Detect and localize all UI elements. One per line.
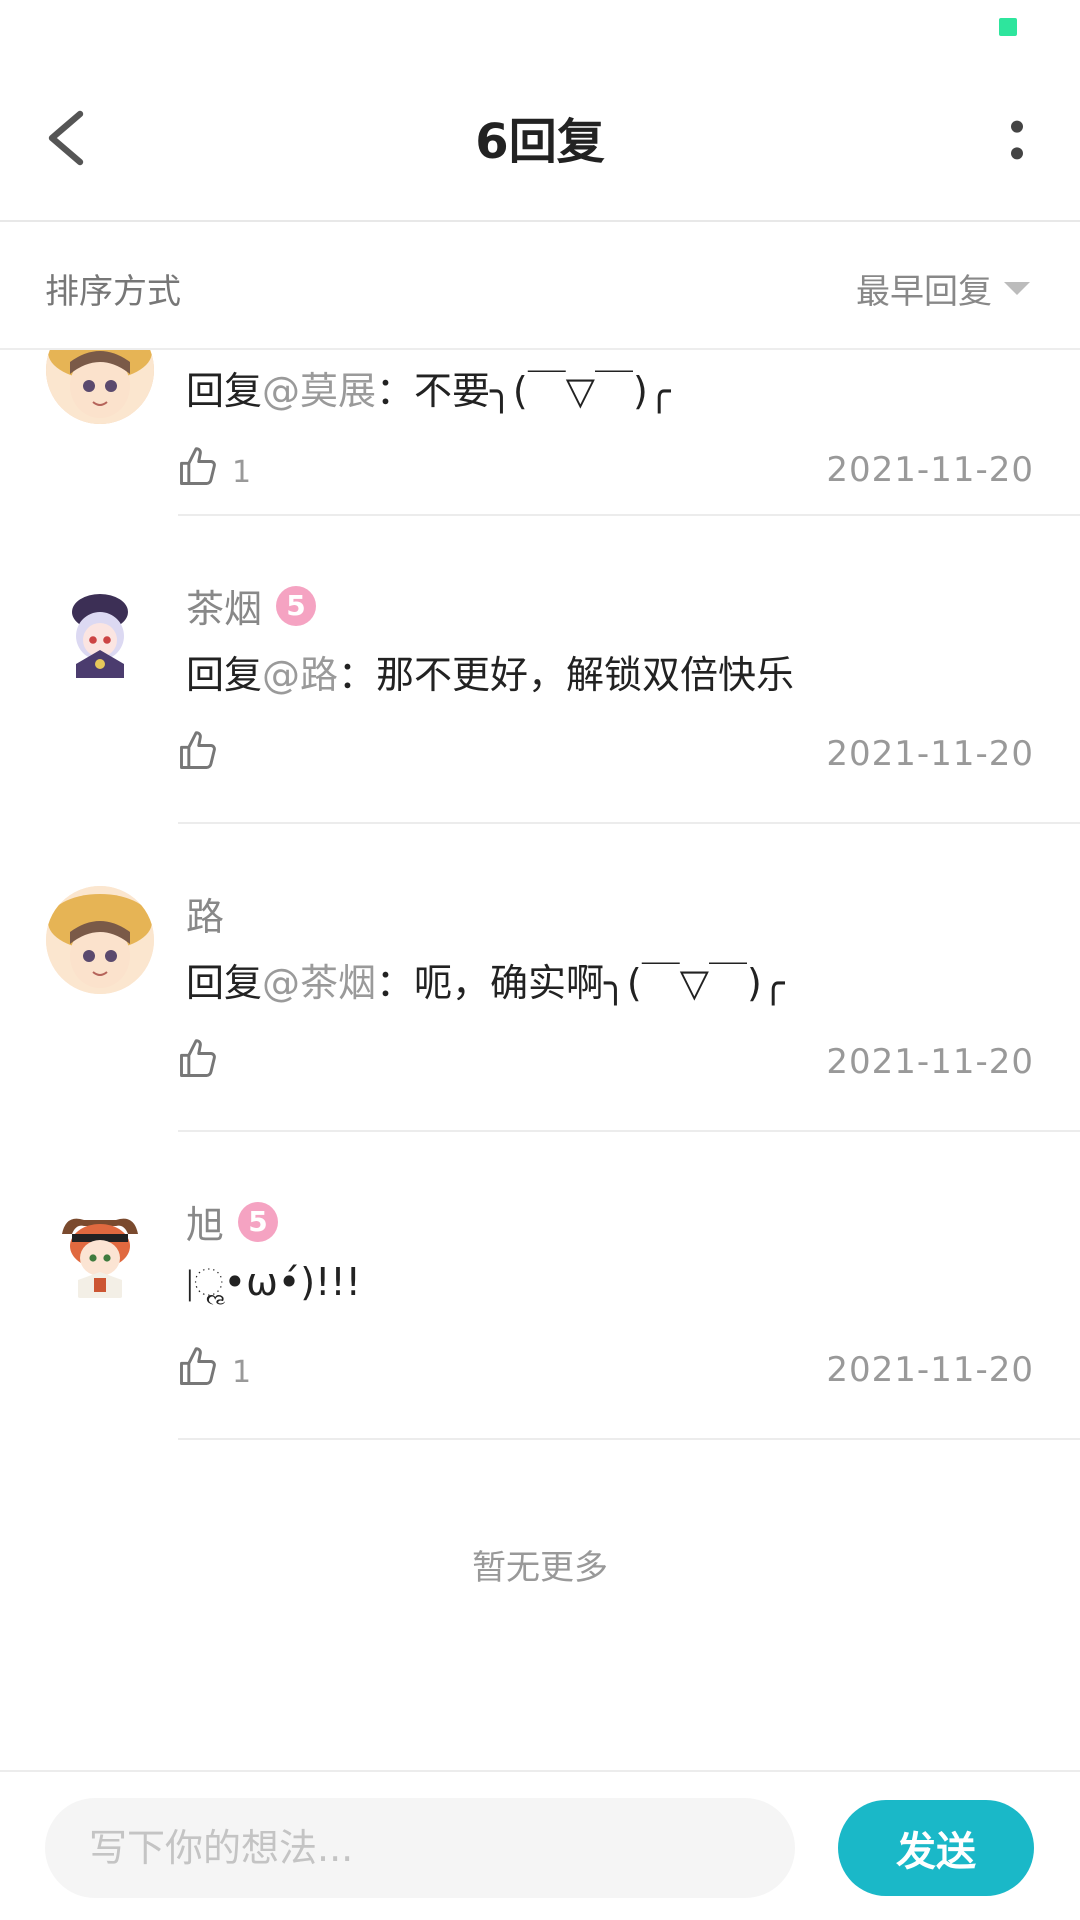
level-badge: 5 [238, 1201, 279, 1242]
reply-content: 回复@茶烟：呃，确实啊╮(￣▽￣)╭ [186, 961, 785, 1005]
level-badge: 5 [276, 585, 317, 626]
like-count: 1 [232, 1355, 252, 1390]
send-button[interactable]: 发送 [838, 1800, 1034, 1896]
avatar[interactable] [46, 1194, 154, 1302]
reply-input[interactable] [45, 1798, 795, 1898]
mention-link[interactable]: @莫展 [262, 369, 376, 413]
reply-date: 2021-11-20 [826, 1042, 1034, 1082]
like-button[interactable]: 1 [176, 1344, 251, 1390]
reply-author: 旭 5 [186, 1194, 279, 1249]
mention-link[interactable]: @茶烟 [262, 961, 376, 1005]
reply-date: 2021-11-20 [826, 450, 1034, 490]
avatar[interactable] [46, 578, 154, 686]
reply-author: 路 [186, 895, 225, 939]
reply-detail-page: 6回复 排序方式 最早回复 回复@莫展：不要╮(￣▽￣)╭ 1 2021-11-… [0, 0, 1080, 1920]
reply-item: 路 回复@莫展：不要╮(￣▽￣)╭ 1 2021-11-20 [0, 350, 1080, 516]
caret-down-icon [1004, 282, 1030, 295]
divider [178, 1438, 1080, 1440]
reply-item: 路 回复@茶烟：呃，确实啊╮(￣▽￣)╭ 2021-11-20 [0, 824, 1080, 1132]
thumbs-up-icon [180, 447, 216, 485]
like-button[interactable]: 1 [176, 444, 251, 490]
thumbs-up-icon [180, 1039, 216, 1077]
avatar[interactable] [46, 886, 154, 994]
like-button[interactable] [176, 728, 232, 774]
thumbs-up-icon [180, 1347, 216, 1385]
reply-content: 回复@莫展：不要╮(￣▽￣)╭ [186, 369, 671, 413]
composer-bar: 发送 [0, 1770, 1080, 1920]
thumbs-up-icon [180, 731, 216, 769]
like-count: 1 [232, 455, 252, 490]
avatar[interactable] [46, 350, 154, 424]
reply-date: 2021-11-20 [826, 734, 1034, 774]
more-vertical-icon [1011, 120, 1023, 160]
sort-dropdown[interactable]: 最早回复 [856, 264, 1030, 313]
reply-content: |ૢ•ω•́)!!! [186, 1260, 361, 1304]
sort-selected-value: 最早回复 [856, 272, 992, 312]
reply-date: 2021-11-20 [826, 1350, 1034, 1390]
like-button[interactable] [176, 1036, 232, 1082]
header: 6回复 [0, 0, 1080, 222]
reply-author: 茶烟 5 [186, 578, 317, 633]
reply-item: 旭 5 |ૢ•ω•́)!!! 1 2021-11-20 [0, 1132, 1080, 1440]
more-button[interactable] [1002, 115, 1032, 165]
mention-link[interactable]: @路 [262, 653, 338, 697]
reply-item: 茶烟 5 回复@路：那不更好，解锁双倍快乐 2021-11-20 [0, 516, 1080, 824]
page-title: 6回复 [475, 114, 605, 170]
reply-content: 回复@路：那不更好，解锁双倍快乐 [186, 653, 795, 697]
sort-label: 排序方式 [45, 272, 181, 312]
no-more-label: 暂无更多 [472, 1548, 608, 1588]
sort-bar: 排序方式 最早回复 [0, 222, 1080, 350]
